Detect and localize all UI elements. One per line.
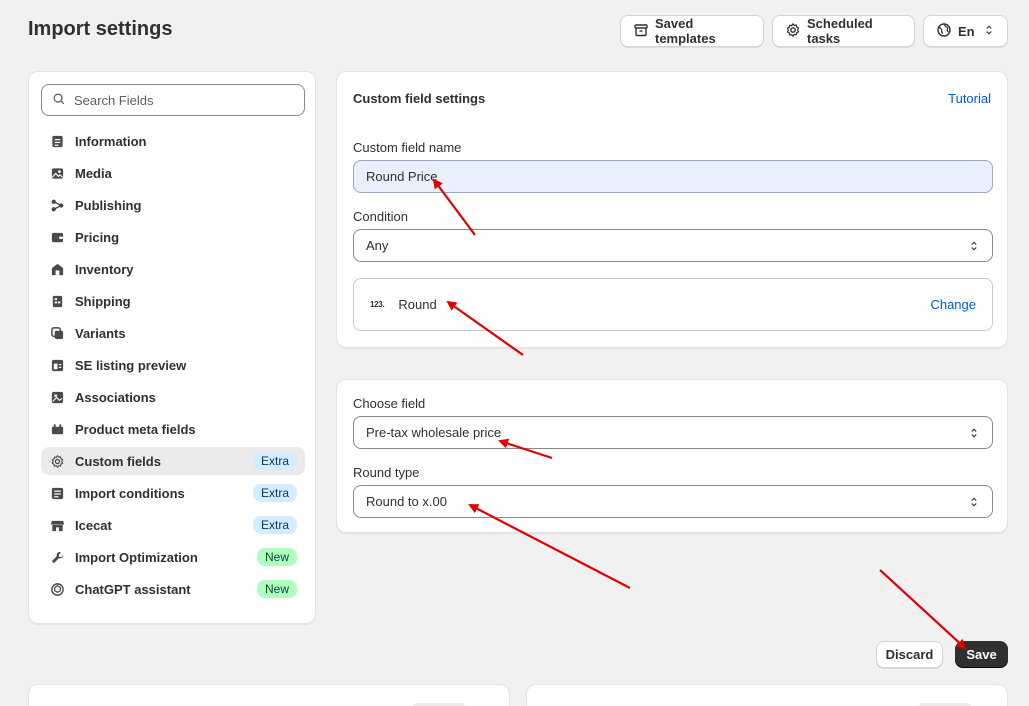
bottom-card-left bbox=[28, 684, 510, 706]
gear-icon bbox=[49, 453, 65, 469]
sidebar-item-label: Variants bbox=[75, 325, 126, 341]
choose-field-value: Pre-tax wholesale price bbox=[366, 425, 502, 440]
scheduled-tasks-label: Scheduled tasks bbox=[807, 16, 873, 46]
save-button[interactable]: Save bbox=[955, 641, 1008, 668]
choose-field-label: Choose field bbox=[353, 396, 426, 411]
sidebar-item-label: SE listing preview bbox=[75, 357, 187, 373]
status-badge: New bbox=[256, 548, 297, 566]
search-fields-field[interactable] bbox=[41, 84, 305, 116]
sidebar-item-label: Information bbox=[75, 133, 147, 149]
sidebar-item-associations[interactable]: Associations bbox=[41, 383, 305, 411]
sidebar-item-label: Associations bbox=[75, 389, 156, 405]
chevron-updown-icon bbox=[968, 240, 980, 252]
chevron-updown-icon bbox=[983, 24, 995, 39]
discard-button[interactable]: Discard bbox=[876, 641, 943, 668]
associations-icon bbox=[49, 389, 65, 405]
sidebar-item-information[interactable]: Information bbox=[41, 127, 305, 155]
condition-value: Any bbox=[366, 238, 389, 253]
search-input[interactable] bbox=[74, 92, 284, 108]
chatgpt-icon bbox=[49, 581, 65, 597]
status-badge: Extra bbox=[252, 516, 297, 534]
document-icon bbox=[49, 133, 65, 149]
sidebar-item-shipping[interactable]: Shipping bbox=[41, 287, 305, 315]
status-badge: New bbox=[256, 580, 297, 598]
custom-field-name-label: Custom field name bbox=[353, 140, 462, 155]
condition-label: Condition bbox=[353, 209, 408, 224]
chevron-updown-icon bbox=[968, 427, 980, 439]
condition-select[interactable]: Any bbox=[353, 229, 993, 262]
custom-field-name-value: Round Price bbox=[366, 169, 438, 184]
chevron-updown-icon bbox=[968, 496, 980, 508]
globe-icon bbox=[936, 22, 952, 41]
publishing-icon bbox=[49, 197, 65, 213]
language-label: En bbox=[958, 23, 975, 39]
page-title: Import settings bbox=[28, 18, 173, 40]
sidebar-item-se-listing-preview[interactable]: SE listing preview bbox=[41, 351, 305, 379]
conditions-icon bbox=[49, 485, 65, 501]
tutorial-link[interactable]: Tutorial bbox=[948, 91, 991, 106]
variants-icon bbox=[49, 325, 65, 341]
image-icon bbox=[49, 165, 65, 181]
custom-field-settings-card: Custom field settings Tutorial Custom fi… bbox=[336, 71, 1008, 348]
sidebar-item-product-meta-fields[interactable]: Product meta fields bbox=[41, 415, 305, 443]
sidebar-item-publishing[interactable]: Publishing bbox=[41, 191, 305, 219]
sidebar-item-chatgpt-assistant[interactable]: ChatGPT assistant New bbox=[41, 575, 305, 603]
sidebar-item-label: Import Optimization bbox=[75, 549, 198, 565]
archive-icon bbox=[633, 22, 649, 41]
sidebar-item-label: Pricing bbox=[75, 229, 120, 245]
annotation-arrow bbox=[879, 569, 967, 650]
inventory-icon bbox=[49, 261, 65, 277]
shipping-icon bbox=[49, 293, 65, 309]
round-type-value: Round to x.00 bbox=[366, 494, 447, 509]
sidebar-item-label: Publishing bbox=[75, 197, 142, 213]
search-icon bbox=[52, 92, 66, 109]
sidebar-item-label: Import conditions bbox=[75, 485, 185, 501]
sidebar-nav: Information Media Publishing Pricing Invento… bbox=[41, 127, 305, 607]
sidebar-item-label: Product meta fields bbox=[75, 421, 196, 437]
change-function-link[interactable]: Change bbox=[930, 297, 976, 312]
status-badge: Extra bbox=[252, 452, 297, 470]
sidebar-item-label: ChatGPT assistant bbox=[75, 581, 191, 597]
wallet-icon bbox=[49, 229, 65, 245]
sidebar-item-label: Shipping bbox=[75, 293, 131, 309]
sidebar-item-label: Media bbox=[75, 165, 112, 181]
store-icon bbox=[49, 517, 65, 533]
bottom-card-right bbox=[526, 684, 1008, 706]
sidebar-item-label: Icecat bbox=[75, 517, 112, 533]
sidebar-item-custom-fields[interactable]: Custom fields Extra bbox=[41, 447, 305, 475]
sidebar-item-icecat[interactable]: Icecat Extra bbox=[41, 511, 305, 539]
round-type-select[interactable]: Round to x.00 bbox=[353, 485, 993, 518]
sidebar-item-import-optimization[interactable]: Import Optimization New bbox=[41, 543, 305, 571]
meta-fields-icon bbox=[49, 421, 65, 437]
gear-icon bbox=[785, 22, 801, 41]
listing-preview-icon bbox=[49, 357, 65, 373]
card-title: Custom field settings bbox=[353, 91, 486, 106]
round-type-label: Round type bbox=[353, 465, 420, 480]
status-badge: Extra bbox=[252, 484, 297, 502]
wrench-icon bbox=[49, 549, 65, 565]
sidebar-item-label: Custom fields bbox=[75, 453, 161, 469]
number-format-icon: 123. bbox=[370, 300, 385, 309]
function-box: 123. Round Change bbox=[353, 278, 993, 331]
sidebar-item-variants[interactable]: Variants bbox=[41, 319, 305, 347]
sidebar-item-media[interactable]: Media bbox=[41, 159, 305, 187]
sidebar-item-import-conditions[interactable]: Import conditions Extra bbox=[41, 479, 305, 507]
saved-templates-label: Saved templates bbox=[655, 16, 716, 46]
language-selector[interactable]: En bbox=[923, 15, 1008, 47]
sidebar-item-pricing[interactable]: Pricing bbox=[41, 223, 305, 251]
round-settings-card: Choose field Pre-tax wholesale price Rou… bbox=[336, 379, 1008, 533]
sidebar-item-label: Inventory bbox=[75, 261, 134, 277]
choose-field-select[interactable]: Pre-tax wholesale price bbox=[353, 416, 993, 449]
fields-sidebar: Information Media Publishing Pricing Invento… bbox=[28, 71, 316, 624]
scheduled-tasks-button[interactable]: Scheduled tasks bbox=[772, 15, 915, 47]
saved-templates-button[interactable]: Saved templates bbox=[620, 15, 764, 47]
function-name: Round bbox=[398, 297, 437, 312]
custom-field-name-input[interactable]: Round Price bbox=[353, 160, 993, 193]
sidebar-item-inventory[interactable]: Inventory bbox=[41, 255, 305, 283]
